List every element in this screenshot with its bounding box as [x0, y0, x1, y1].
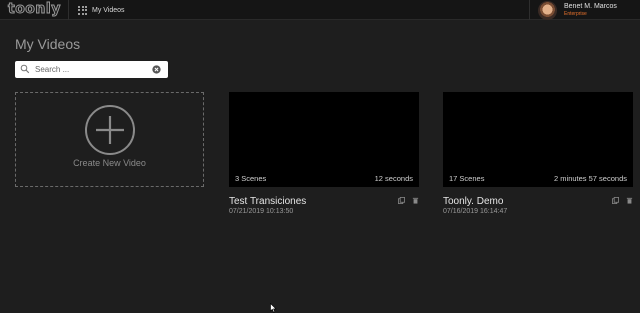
user-plan-badge: Enterprise [564, 11, 587, 17]
nav-my-videos-label: My Videos [92, 6, 125, 14]
video-title[interactable]: Test Transiciones [229, 196, 306, 207]
delete-icon[interactable] [412, 197, 419, 204]
scene-count: 3 Scenes [235, 174, 267, 183]
video-date: 07/16/2019 16:14:47 [443, 208, 508, 215]
create-new-video-button[interactable]: Create New Video [15, 92, 204, 187]
nav-my-videos[interactable]: My Videos [78, 2, 125, 18]
divider [529, 0, 530, 20]
toonly-logo[interactable]: toonly [8, 1, 61, 18]
duplicate-icon[interactable] [612, 197, 619, 204]
top-bar: toonly My Videos Benet M. Marcos Enterpr… [0, 0, 640, 20]
scene-count: 17 Scenes [449, 174, 485, 183]
video-card: 17 Scenes 2 minutes 57 seconds Toonly. D… [443, 92, 633, 215]
clear-search-icon[interactable] [152, 65, 161, 74]
video-title[interactable]: Toonly. Demo [443, 196, 503, 207]
user-name: Benet M. Marcos [564, 3, 617, 10]
video-thumbnail[interactable]: 3 Scenes 12 seconds [229, 92, 419, 187]
search-input[interactable] [35, 63, 147, 76]
video-duration: 2 minutes 57 seconds [554, 174, 627, 183]
search-box [15, 61, 168, 78]
create-new-video-label: Create New Video [73, 158, 146, 168]
search-icon [20, 64, 30, 74]
video-duration: 12 seconds [374, 174, 413, 183]
avatar [538, 0, 557, 20]
mouse-cursor-icon [270, 303, 277, 313]
duplicate-icon[interactable] [398, 197, 405, 204]
video-thumbnail[interactable]: 17 Scenes 2 minutes 57 seconds [443, 92, 633, 187]
user-menu[interactable]: Benet M. Marcos Enterprise [535, 0, 640, 20]
grid-icon [78, 5, 87, 15]
add-circle-icon [85, 105, 135, 155]
page-title: My Videos [15, 36, 81, 52]
video-date: 07/21/2019 10:13:50 [229, 208, 294, 215]
video-card: 3 Scenes 12 seconds Test Transiciones 07… [229, 92, 419, 215]
delete-icon[interactable] [626, 197, 633, 204]
divider [68, 0, 69, 20]
